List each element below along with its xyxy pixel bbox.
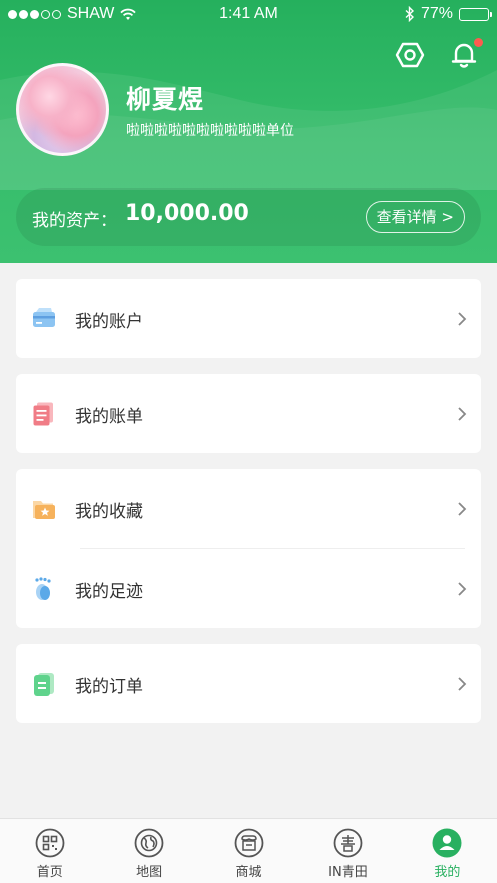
status-bar: SHAW 1:41 AM 77% (0, 0, 497, 30)
tab-home[interactable]: 首页 (0, 819, 99, 883)
globe-icon (134, 828, 164, 858)
tab-label-home: 首页 (36, 865, 63, 880)
menu-label-favorites: 我的收藏 (75, 502, 143, 522)
notification-button[interactable] (449, 38, 483, 70)
tab-label-shop: 商城 (235, 865, 262, 880)
menu-item-footprints[interactable]: 我的足迹 (16, 549, 481, 629)
folder-star-icon (33, 501, 55, 519)
chevron-right-icon (458, 677, 467, 691)
user-name: 柳夏煜 (126, 85, 205, 114)
user-organization: 啦啦啦啦啦啦啦啦啦啦单位 (126, 123, 294, 139)
card-icon (33, 308, 55, 327)
notification-badge (474, 38, 483, 47)
menu-card-orders: 我的订单 (16, 644, 481, 723)
profile-header: SHAW 1:41 AM 77% 柳夏煜 啦啦啦啦啦啦啦啦啦啦单位 我的资产： … (0, 0, 497, 263)
user-icon (432, 828, 462, 858)
avatar[interactable] (16, 63, 109, 156)
menu-item-orders[interactable]: 我的订单 (16, 644, 481, 724)
bill-icon (33, 402, 53, 426)
tab-mine[interactable]: 我的 (398, 819, 497, 883)
menu-item-favorites[interactable]: 我的收藏 (16, 469, 481, 549)
menu-label-footprints: 我的足迹 (75, 582, 143, 602)
menu-card-bill: 我的账单 (16, 374, 481, 453)
tab-map[interactable]: 地图 (99, 819, 198, 883)
chevron-right-icon (458, 407, 467, 421)
tab-shop[interactable]: 商城 (199, 819, 298, 883)
tab-label-mine: 我的 (434, 865, 461, 880)
shop-icon (234, 828, 263, 858)
order-icon (34, 673, 54, 696)
chevron-right-icon (458, 312, 467, 326)
asset-label: 我的资产： (32, 211, 117, 231)
header-actions (395, 38, 483, 70)
settings-hexagon-icon (395, 42, 425, 68)
menu-card-account: 我的账户 (16, 279, 481, 358)
tab-label-qingtian: IN青田 (328, 865, 368, 880)
qingtian-icon (333, 828, 363, 858)
menu-label-orders: 我的订单 (75, 677, 143, 697)
battery-icon (459, 7, 492, 21)
status-right: 77% (405, 5, 492, 23)
menu-label-bill: 我的账单 (75, 407, 143, 427)
asset-summary: 我的资产： 10,000.00 查看详情 > (16, 188, 481, 246)
settings-button[interactable] (395, 40, 425, 70)
battery-percent: 77% (420, 5, 453, 22)
menu-label-account: 我的账户 (75, 312, 143, 332)
footprint-icon (35, 577, 51, 600)
chevron-right-icon (458, 502, 467, 516)
view-details-button[interactable]: 查看详情 > (365, 201, 465, 233)
menu-item-account[interactable]: 我的账户 (16, 279, 481, 359)
qrcode-icon (35, 828, 65, 858)
bluetooth-icon (405, 6, 414, 22)
menu-card-favorites-footprints: 我的收藏 我的足迹 (16, 469, 481, 628)
tab-label-map: 地图 (136, 865, 163, 880)
menu-item-bill[interactable]: 我的账单 (16, 374, 481, 454)
asset-value: 10,000.00 (125, 201, 249, 226)
bottom-tab-bar: 首页 地图 商城 IN青田 我的 (0, 818, 497, 883)
tab-qingtian[interactable]: IN青田 (298, 819, 397, 883)
chevron-right-icon (458, 582, 467, 596)
